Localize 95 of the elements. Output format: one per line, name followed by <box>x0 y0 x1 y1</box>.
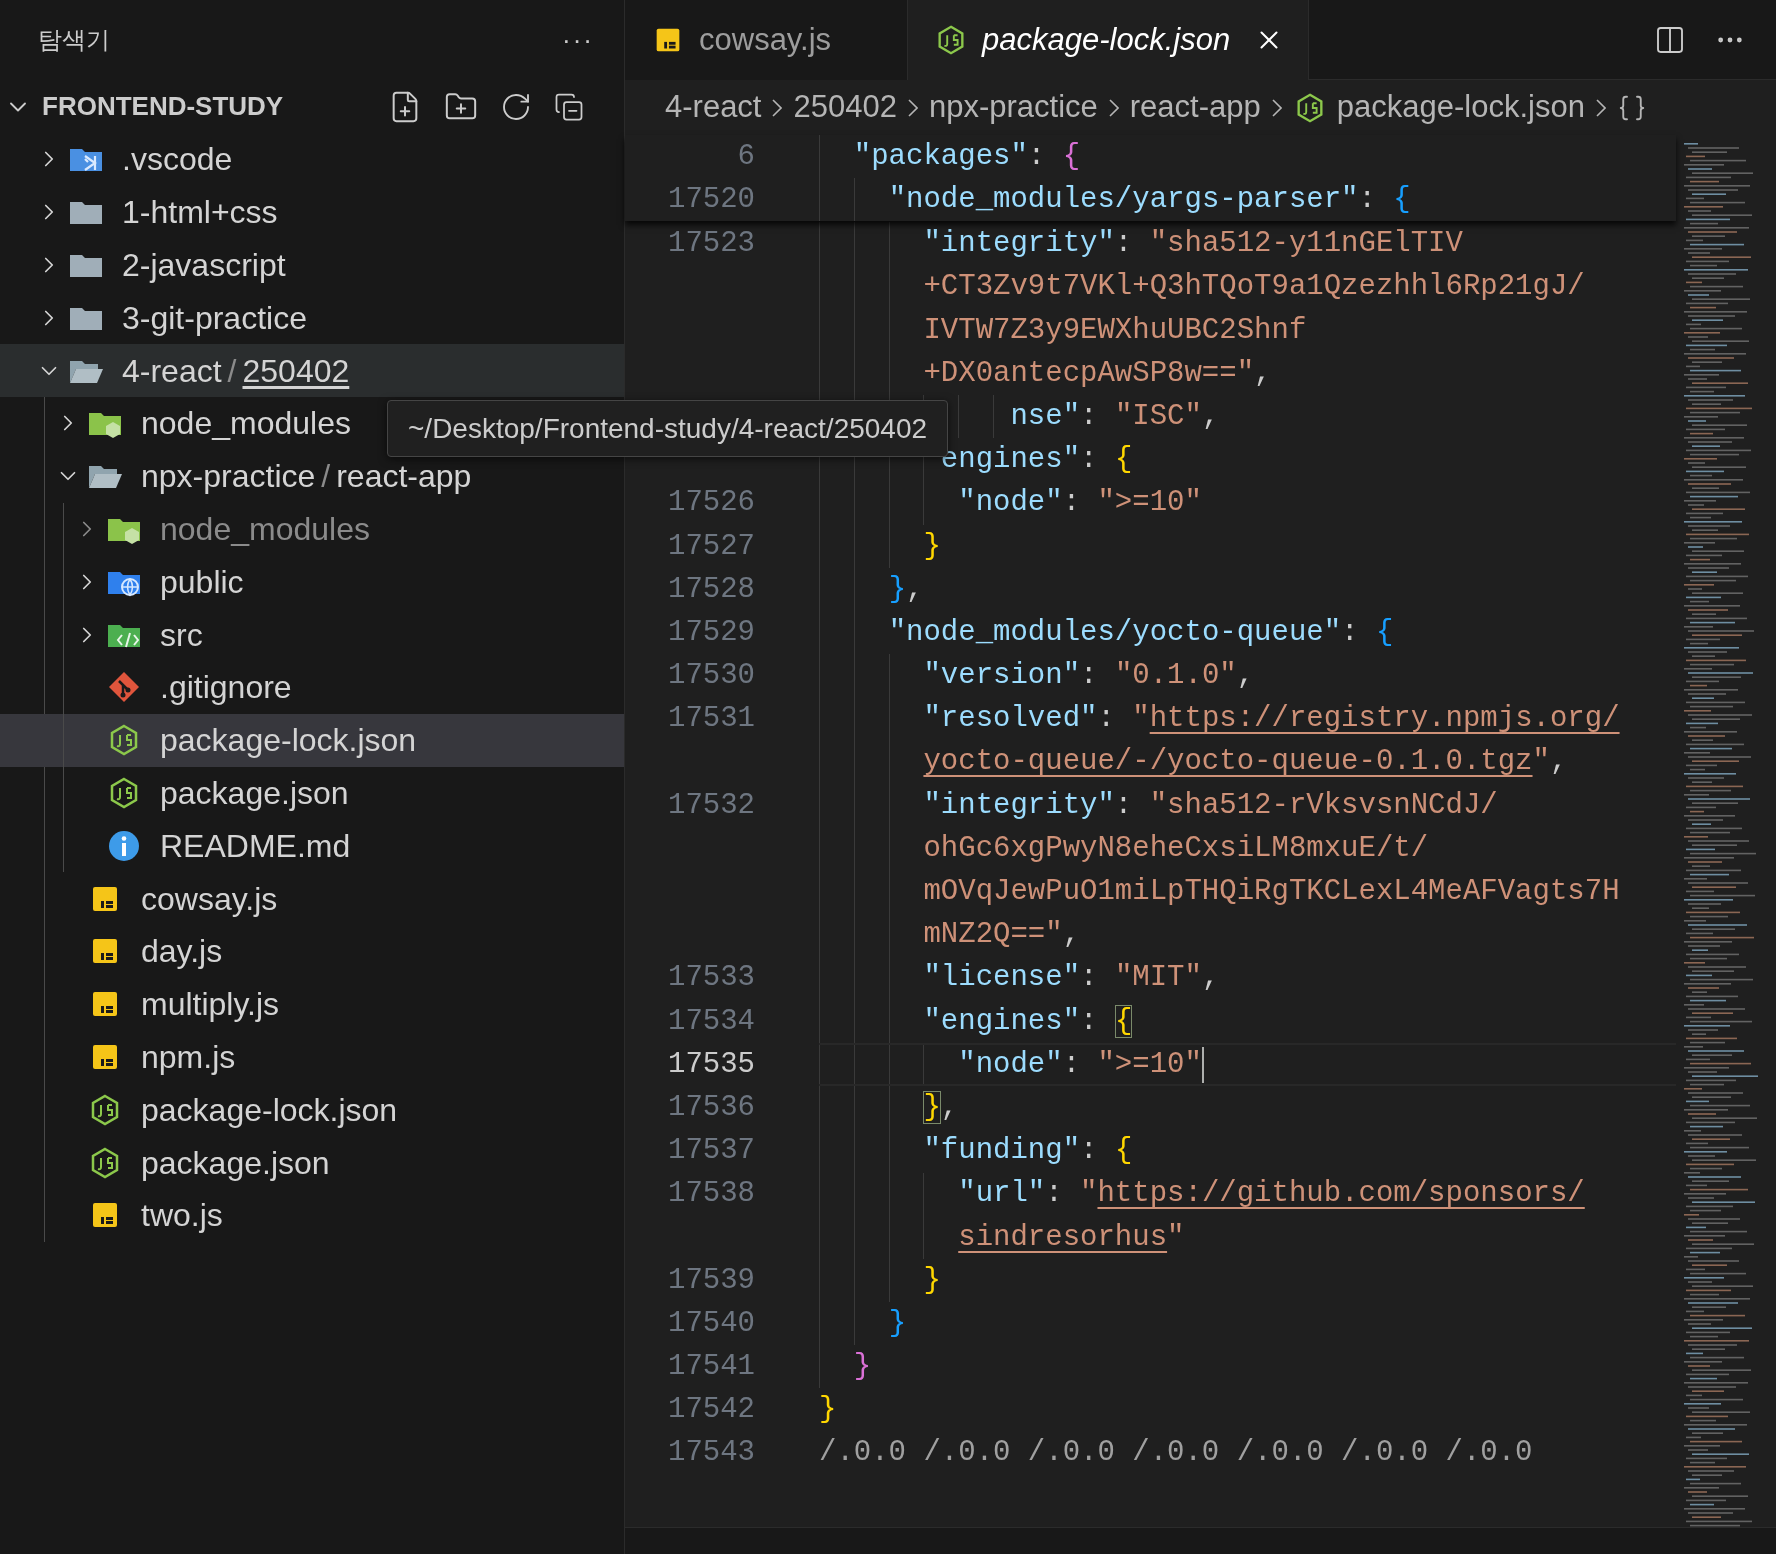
code-link[interactable]: https://github.com/sponsors/ <box>1097 1177 1585 1211</box>
code-line: "resolved": "https://registry.npmjs.org/ <box>922 701 1620 738</box>
tree-item[interactable]: 2-javascript <box>0 238 624 292</box>
sidebar-title: 탐색기 <box>38 25 110 56</box>
code-line: }, <box>922 1089 959 1126</box>
breadcrumb-item[interactable]: npx-practice <box>928 84 1098 131</box>
code-line: } <box>887 1305 907 1342</box>
breadcrumb-item[interactable]: package-lock.json <box>1336 84 1585 131</box>
code-line: "license": "MIT", <box>922 960 1220 997</box>
tree-item[interactable]: package-lock.json <box>0 713 624 767</box>
code-line: +DX0antecpAwSP8w==", <box>922 355 1272 392</box>
code-line: mOVqJewPuO1miLpTHQiRgTKCLexL4MeAFVagts7H <box>922 874 1620 911</box>
code-link[interactable]: https://registry.npmjs.org/ <box>1149 702 1620 736</box>
tree-item[interactable]: day.js <box>0 924 624 978</box>
code-link[interactable]: yocto-queue/-/yocto-queue-0.1.0.tgz <box>923 745 1533 779</box>
editor-tab[interactable]: package-lock.json <box>908 0 1310 80</box>
collapse-all-icon[interactable] <box>554 91 584 122</box>
code-line: mNZ2Q==", <box>922 917 1081 954</box>
tree-item[interactable]: 1-html+css <box>0 185 624 239</box>
workspace-header[interactable]: FRONTEND-STUDY <box>0 80 624 133</box>
code-line: "node": ">=10" <box>957 1046 1202 1083</box>
line-number: 17531 <box>668 701 755 738</box>
path-segment[interactable]: 250402 <box>242 346 350 395</box>
tree-item[interactable]: package-lock.json <box>0 1083 624 1137</box>
breadcrumb-item[interactable]: 250402 <box>793 84 897 131</box>
code-line: "url": "https://github.com/sponsors/ <box>957 1176 1585 1213</box>
code-line: } <box>922 528 941 565</box>
code-line: } <box>852 1349 872 1386</box>
more-actions-button[interactable]: ··· <box>562 20 594 60</box>
tree-item[interactable]: node_modules <box>0 502 624 556</box>
line-number: 17539 <box>668 1262 755 1299</box>
tree-item[interactable]: two.js <box>0 1188 624 1242</box>
line-number: 17535 <box>668 1046 755 1083</box>
breadcrumb-item[interactable]: 4-react <box>665 84 762 131</box>
breadcrumb-item[interactable]: react-app <box>1129 84 1261 131</box>
code-line: } <box>819 1392 837 1429</box>
path-segment[interactable]: npx-practice <box>141 452 316 501</box>
code-line: "integrity": "sha512-rVksvsnNCdJ/ <box>922 787 1498 824</box>
line-number: 17533 <box>668 960 755 997</box>
tree-item[interactable]: src <box>0 608 624 661</box>
code-line: } <box>922 1262 941 1299</box>
line-number: 17526 <box>668 485 755 522</box>
tree-item[interactable]: cowsay.js <box>0 872 624 925</box>
tree-item[interactable]: multiply.js <box>0 977 624 1031</box>
line-number: 17527 <box>668 528 755 565</box>
path-separator: / <box>226 351 238 391</box>
line-number: 17537 <box>668 1133 755 1170</box>
tree-item[interactable]: 4-react / 250402 <box>0 344 624 397</box>
line-number: 17532 <box>668 787 755 824</box>
line-number: 17528 <box>668 571 755 608</box>
tree-item[interactable]: package.json <box>0 766 624 820</box>
text-cursor <box>1201 1046 1204 1083</box>
code-line: sindresorhus" <box>957 1219 1185 1256</box>
code-line: "node": ">=10" <box>957 485 1202 522</box>
tree-item[interactable]: npm.js <box>0 1030 624 1084</box>
line-number: 6 <box>737 138 755 175</box>
tree-item[interactable]: .gitignore <box>0 660 624 714</box>
code-line: "funding": { <box>922 1133 1133 1170</box>
tree-item[interactable]: 3-git-practice <box>0 291 624 345</box>
line-number: 17538 <box>668 1176 755 1213</box>
chevron-right-icon <box>907 98 918 117</box>
code-line: IVTW7Z3y9EWXhuUBC2Shnf <box>922 312 1307 349</box>
tree-item[interactable]: package.json <box>0 1136 624 1189</box>
tree-item[interactable]: README.md <box>0 819 624 873</box>
line-number: 17540 <box>668 1305 755 1342</box>
code-line: "version": "0.1.0", <box>922 658 1255 695</box>
chevron-right-icon <box>1271 98 1282 117</box>
code-line: yocto-queue/-/yocto-queue-0.1.0.tgz", <box>922 744 1568 781</box>
code-line: "integrity": "sha512-y11nGElTIV <box>922 226 1463 263</box>
tree-item[interactable]: public <box>0 555 624 609</box>
path-segment[interactable]: 4-react <box>122 346 222 395</box>
code-link[interactable]: sindresorhus <box>958 1220 1168 1254</box>
code-line: "engines": { <box>922 1003 1133 1040</box>
line-number: 17529 <box>668 614 755 651</box>
line-number: 17534 <box>668 1003 755 1040</box>
code-line: }, <box>887 571 924 608</box>
code-line: +CT3Zv9t7VKl+Q3hTQoT9a1Qzezhhl6Rp21gJ/ <box>922 269 1585 306</box>
chevron-right-icon <box>1595 98 1606 117</box>
line-number: 17541 <box>668 1349 755 1386</box>
line-number: 17523 <box>668 226 755 263</box>
line-number: 17530 <box>668 658 755 695</box>
code-line: /.0.0 /.0.0 /.0.0 /.0.0 /.0.0 /.0.0 /.0.0 <box>819 1435 1533 1472</box>
line-number: 17542 <box>668 1392 755 1429</box>
code-line: "node_modules/yocto-queue": { <box>887 614 1394 651</box>
code-line: ohGc6xgPwyN8eheCxsiLM8mxuE/t/ <box>922 830 1429 867</box>
line-number: 17520 <box>668 182 755 219</box>
tooltip: ~/Desktop/Frontend-study/4-react/250402 <box>387 400 949 457</box>
chevron-right-icon <box>1108 98 1119 117</box>
chevron-right-icon <box>772 98 783 117</box>
line-number: 17536 <box>668 1089 755 1126</box>
code-line: "packages": { <box>852 138 1081 175</box>
line-number: 17543 <box>668 1435 755 1472</box>
code-line: "node_modules/yargs-parser": { <box>887 182 1411 219</box>
path-separator: / <box>320 457 332 497</box>
tree-item[interactable]: .vscode <box>0 133 624 186</box>
